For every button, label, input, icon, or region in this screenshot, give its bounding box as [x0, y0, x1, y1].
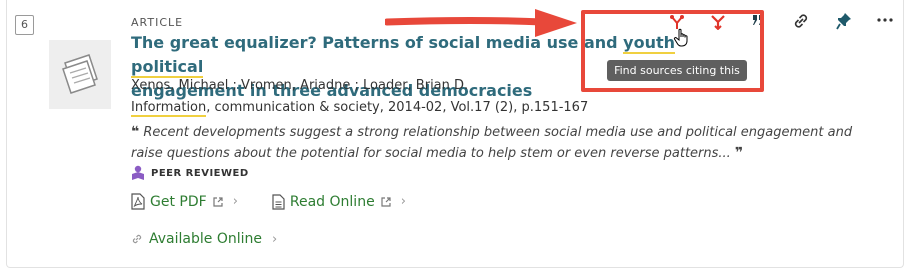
hand-cursor-icon: [673, 28, 688, 47]
chevron-right-icon: ›: [400, 194, 406, 209]
resource-type: ARTICLE: [131, 16, 184, 29]
available-online-label[interactable]: Available Online: [149, 231, 262, 247]
close-quote-icon: ❞: [734, 145, 744, 161]
pin-icon[interactable]: [836, 12, 852, 30]
get-pdf-link[interactable]: Get PDF ›: [131, 193, 238, 210]
annotation-arrow-icon: [385, 9, 577, 37]
source-highlight: Information: [131, 100, 207, 117]
source-details: , communication & society, 2014-02, Vol.…: [206, 100, 589, 115]
get-pdf-label[interactable]: Get PDF: [150, 194, 207, 210]
peer-reviewed-badge: PEER REVIEWED: [131, 165, 249, 181]
peer-reviewed-icon: [132, 165, 144, 180]
permalink-icon[interactable]: [792, 12, 810, 30]
document-icon: [272, 193, 285, 210]
abstract-snippet: ❝ Recent developments suggest a strong r…: [131, 122, 871, 164]
external-link-icon: [381, 196, 391, 207]
peer-reviewed-label: PEER REVIEWED: [151, 167, 249, 179]
link-icon: [132, 234, 142, 244]
read-online-label[interactable]: Read Online: [290, 194, 375, 210]
publication-source: Information, communication & society, 20…: [131, 100, 589, 117]
tooltip: Find sources citing this: [607, 60, 747, 81]
more-options-icon[interactable]: [877, 17, 893, 23]
result-number: 6: [15, 15, 34, 35]
external-link-icon: [213, 196, 223, 207]
chevron-right-icon: ›: [271, 231, 278, 247]
read-online-link[interactable]: Read Online ›: [272, 194, 406, 210]
access-links: Get PDF › Read Online ›: [131, 193, 406, 210]
pdf-icon: [131, 193, 145, 210]
article-thumbnail: [49, 40, 111, 109]
open-quote-icon: ❝: [131, 124, 140, 140]
chevron-right-icon: ›: [232, 194, 238, 209]
snippet-text: Recent developments suggest a strong rel…: [131, 125, 853, 161]
authors: Xenos, Michael ; Vromen, Ariadne ; Loade…: [131, 78, 469, 93]
available-online-link[interactable]: Available Online ›: [131, 231, 277, 247]
